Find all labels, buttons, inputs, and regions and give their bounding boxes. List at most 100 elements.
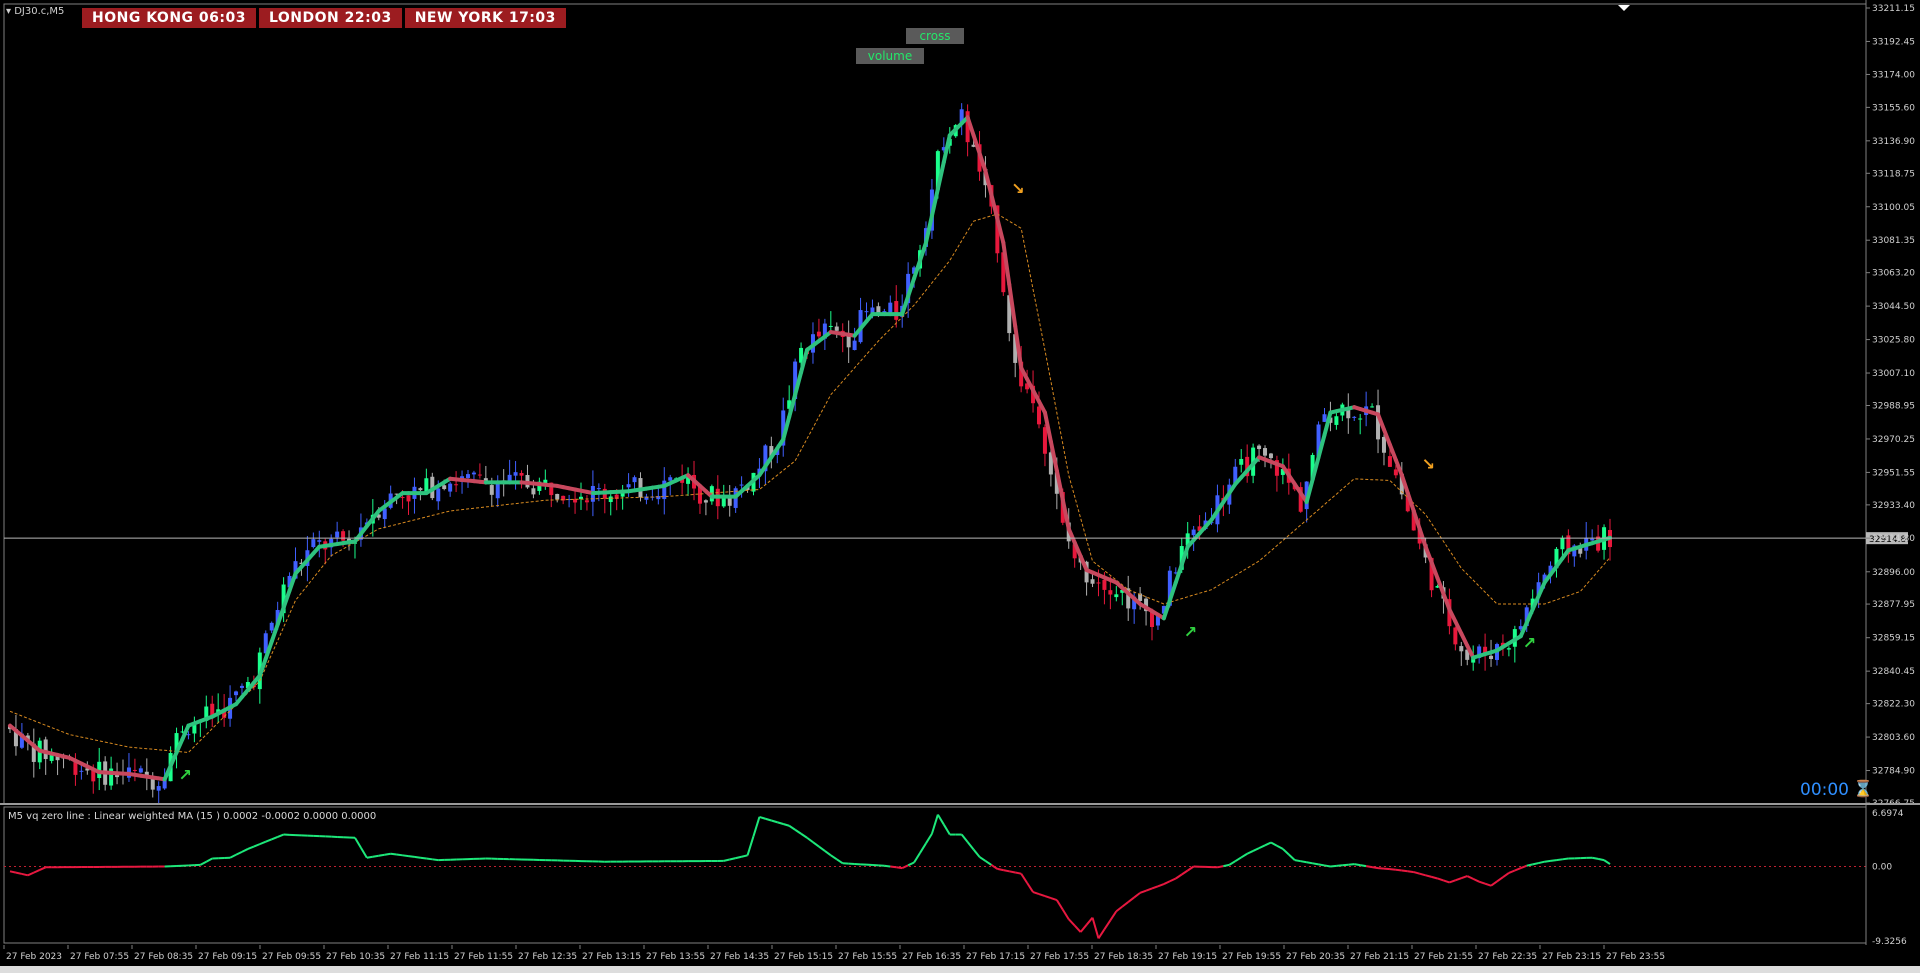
candle-body [531, 488, 536, 495]
oscillator-segment [1133, 892, 1141, 899]
candle-body [828, 325, 833, 327]
oscillator-segment [1562, 857, 1569, 861]
arrow-down-icon: ↘ [1011, 179, 1024, 198]
time-tick-label: 27 Feb 13:15 [582, 952, 641, 962]
candle-body [1108, 590, 1113, 595]
candle-body [513, 472, 518, 476]
fast-ma-segment [900, 294, 911, 317]
arrow-up-icon: ↗ [1523, 633, 1536, 652]
oscillator-segment [259, 840, 267, 846]
oscillator-segment [1003, 869, 1010, 873]
oscillator-subwindow[interactable]: 6.6974 0.00 -9.3256 [0, 805, 1920, 945]
oscillator-segment [759, 816, 766, 820]
price-tick-label: 33136.90 [1872, 137, 1915, 147]
price-chart[interactable]: 32914.80 33211.15 33192.45 33174.00 33155.60… [0, 0, 1920, 805]
candle-body [186, 734, 191, 736]
dropdown-icon[interactable]: ▾ [6, 6, 14, 17]
oscillator-segment [1223, 863, 1230, 868]
candle-body [668, 477, 673, 481]
oscillator-segment [752, 816, 761, 837]
oscillator-segment [1591, 856, 1599, 860]
oscillator-segment [1383, 867, 1391, 871]
candle-body [1322, 414, 1327, 422]
oscillator-segment [896, 866, 903, 870]
oscillator-segment [782, 823, 790, 827]
fast-ma-segment [912, 258, 923, 281]
oscillator-segment [414, 855, 421, 859]
oscillator-segment [1288, 853, 1296, 861]
main-chart-panel[interactable]: 32914.80 33211.15 33192.45 33174.00 33155.60… [0, 0, 1920, 805]
oscillator-tick-label: 0.00 [1872, 863, 1892, 873]
oscillator-segment [1258, 844, 1266, 850]
oscillator-segment [1097, 928, 1106, 939]
price-tick-label: 33118.75 [1872, 169, 1915, 179]
candle-body [1489, 655, 1494, 659]
candle-body [1506, 648, 1511, 650]
oscillator-segment [890, 865, 897, 869]
oscillator-segment [818, 845, 826, 852]
candle-body [1453, 627, 1458, 645]
fast-ma-segment [1459, 631, 1470, 648]
fast-ma-segment [1423, 544, 1434, 565]
time-tick-label: 27 Feb 13:55 [646, 952, 705, 962]
candle-body [269, 622, 274, 631]
oscillator-segment [1354, 863, 1361, 867]
oscillator-segment [1121, 901, 1129, 908]
candle-body [555, 493, 560, 500]
bottom-tab-strip [0, 966, 1920, 973]
candle-body [311, 539, 316, 548]
oscillator-segment [402, 854, 409, 858]
candle-body [442, 485, 447, 490]
price-tick-label: 33100.05 [1872, 203, 1915, 213]
candle-body [1268, 453, 1273, 459]
oscillator-segment [836, 858, 844, 865]
oscillator-segment [1294, 859, 1301, 863]
time-tick-label: 27 Feb 12:35 [518, 952, 577, 962]
session-clocks: HONG KONG 06:03 LONDON 22:03 NEW YORK 17… [82, 8, 566, 28]
oscillator-segment [27, 871, 35, 877]
time-tick-label: 27 Feb 10:35 [326, 952, 385, 962]
candle-body [418, 488, 423, 491]
oscillator-segment [1336, 864, 1343, 867]
candle-body [465, 474, 470, 479]
oscillator-segment [378, 853, 385, 857]
candle-body [727, 498, 732, 506]
oscillator-tick-label: 6.6974 [1872, 809, 1904, 819]
time-tick-label: 27 Feb 09:15 [198, 952, 257, 962]
oscillator-segment [723, 858, 730, 862]
price-tick-label: 32803.60 [1872, 733, 1915, 743]
oscillator-segment [830, 854, 838, 861]
fast-ma-segment [971, 133, 982, 156]
subwindow-frame [3, 806, 1867, 944]
symbol-label[interactable]: ▾ DJ30.c,M5 [6, 6, 64, 17]
oscillator-segment [1068, 918, 1076, 927]
oscillator-segment [788, 824, 796, 831]
oscillator-segment [741, 854, 748, 858]
time-tick-label: 27 Feb 09:55 [262, 952, 321, 962]
fast-ma-segment [1530, 593, 1541, 612]
oscillator-segment [1544, 859, 1551, 863]
oscillator-segment [1055, 899, 1064, 911]
oscillator-segment [1365, 865, 1373, 869]
oscillator-segment [1252, 847, 1260, 852]
candle-body [239, 685, 244, 688]
session-new-york: NEW YORK 17:03 [404, 8, 566, 28]
candle-body [1090, 579, 1095, 584]
oscillator-segment [408, 855, 415, 858]
oscillator-segment [1151, 885, 1159, 890]
time-tick-label: 27 Feb 23:55 [1606, 952, 1665, 962]
oscillator-segment [1508, 869, 1516, 874]
bar-timer: 00:00 [1800, 780, 1849, 800]
oscillator-segment [1484, 882, 1492, 887]
candle-body [1590, 538, 1595, 541]
time-tick-label: 27 Feb 14:35 [710, 952, 769, 962]
candle-body [519, 473, 524, 476]
oscillator-segment [1389, 868, 1396, 871]
oscillator-segment [1419, 872, 1426, 877]
oscillator-segment [812, 841, 820, 848]
oscillator-segment [771, 819, 778, 824]
oscillator-segment [1240, 852, 1248, 859]
oscillator-segment [930, 814, 939, 835]
oscillator-segment [1455, 877, 1462, 882]
candle-body [894, 301, 899, 320]
